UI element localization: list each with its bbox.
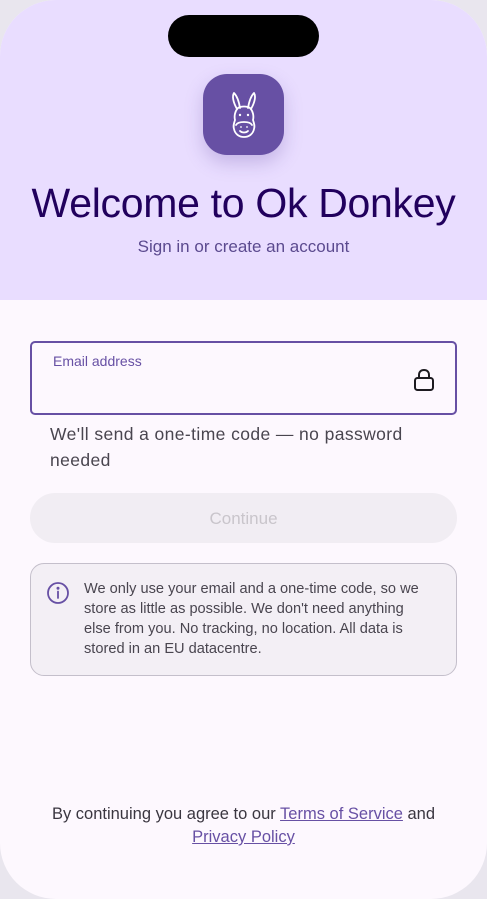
email-field[interactable]: Email address xyxy=(30,341,457,415)
privacy-policy-link[interactable]: Privacy Policy xyxy=(192,828,295,846)
legal-prefix-text: By continuing you agree to our xyxy=(51,805,281,823)
info-icon xyxy=(47,582,69,604)
donkey-icon xyxy=(231,91,256,138)
page-title: Welcome to Ok Donkey xyxy=(31,180,456,226)
continue-button[interactable]: Continue xyxy=(30,493,457,543)
lock-icon xyxy=(414,369,434,391)
email-input[interactable] xyxy=(52,377,402,403)
terms-of-service-link[interactable]: Terms of Service xyxy=(280,805,403,823)
email-helper-text: We'll send a one-time code — no password… xyxy=(50,424,403,470)
privacy-info-text: We only use your email and a one-time co… xyxy=(84,581,419,657)
app-screen: Welcome to Ok Donkey Sign in or create a… xyxy=(0,0,487,899)
legal-footer: By continuing you agree to our Terms of … xyxy=(0,803,487,849)
page-subtitle: Sign in or create an account xyxy=(137,237,350,256)
legal-and-text: and xyxy=(402,805,436,823)
app-logo xyxy=(203,74,284,155)
header-section: Welcome to Ok Donkey Sign in or create a… xyxy=(0,0,487,300)
privacy-info-card: We only use your email and a one-time co… xyxy=(30,563,457,676)
camera-notch xyxy=(168,15,319,57)
email-field-label: Email address xyxy=(53,353,142,369)
